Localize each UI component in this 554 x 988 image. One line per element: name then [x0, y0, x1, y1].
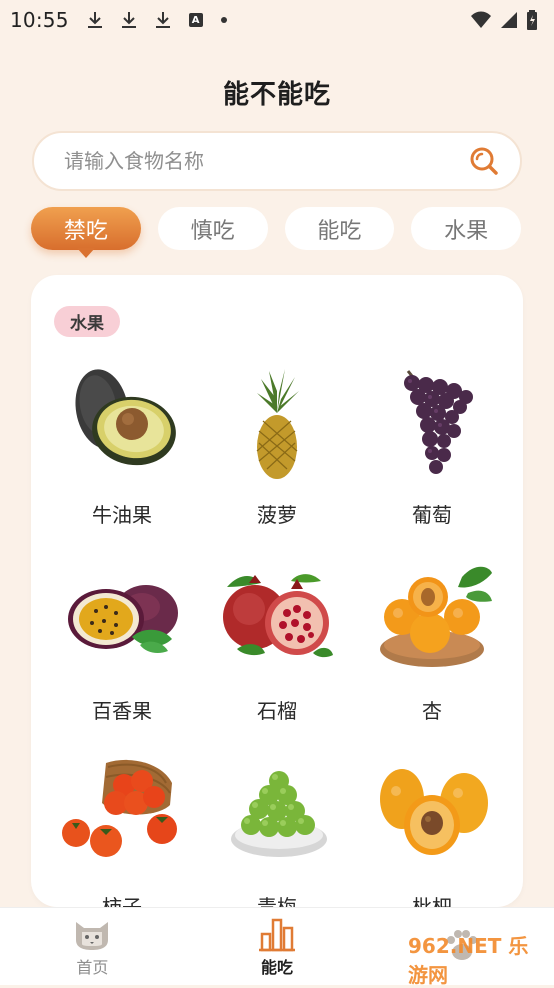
food-name: 葡萄 [412, 503, 452, 527]
food-grid: 牛油果 菠萝 葡萄 百香果 石榴 杏 柿子 青梅 枇杷 [47, 361, 507, 907]
food-name: 石榴 [257, 699, 297, 723]
battery-icon [527, 10, 537, 30]
notification-dot-icon [220, 17, 227, 23]
tab-label: 禁吃 [63, 218, 108, 244]
food-item[interactable]: 杏 [357, 557, 507, 723]
status-notifications: A [85, 10, 227, 30]
food-item[interactable]: 柿子 [47, 753, 197, 907]
tab-edible[interactable]: 能吃 [284, 207, 395, 250]
apricot-image [380, 566, 492, 667]
download-icon [121, 12, 136, 28]
pineapple-image [256, 369, 299, 479]
food-item[interactable]: 百香果 [47, 557, 197, 723]
search-bar[interactable] [32, 131, 522, 191]
tab-caution[interactable]: 慎吃 [157, 207, 268, 250]
food-card: 水果 牛油果 菠萝 葡萄 百香果 石榴 杏 柿子 青梅 枇杷 [31, 275, 523, 907]
status-bar: 10:55 A [0, 0, 554, 40]
search-input[interactable] [62, 148, 468, 174]
food-name: 青梅 [257, 895, 297, 907]
food-item[interactable]: 葡萄 [357, 361, 507, 527]
signal-icon [501, 12, 517, 28]
tab-label: 慎吃 [190, 218, 235, 244]
cat-home-icon [76, 921, 109, 950]
passionfruit-image [68, 585, 178, 653]
food-item[interactable]: 石榴 [202, 557, 352, 723]
tab-label: 水果 [444, 218, 489, 244]
download-icon [87, 12, 102, 28]
tab-label: 能吃 [317, 218, 362, 244]
search-icon[interactable] [468, 145, 500, 177]
greenplum-image [231, 771, 327, 857]
grape-image [404, 370, 473, 474]
status-time: 10:55 [10, 8, 69, 32]
avocado-image [75, 369, 176, 466]
status-system [470, 10, 538, 30]
tab-bar: 禁吃 慎吃 能吃 水果 [31, 207, 521, 250]
food-name: 柿子 [102, 895, 142, 907]
download-icon [155, 12, 170, 28]
page-title: 能不能吃 [222, 80, 331, 110]
food-item[interactable]: 菠萝 [202, 361, 352, 527]
food-item[interactable]: 青梅 [202, 753, 352, 907]
wifi-icon [471, 11, 491, 28]
tab-forbidden[interactable]: 禁吃 [31, 207, 141, 250]
food-name: 杏 [422, 699, 442, 723]
nav-edible[interactable]: 能吃 [207, 916, 347, 978]
food-item[interactable]: 牛油果 [47, 361, 197, 527]
tab-fruit[interactable]: 水果 [411, 207, 521, 250]
food-item[interactable]: 枇杷 [357, 753, 507, 907]
accessibility-icon: A [188, 13, 203, 27]
food-name: 菠萝 [257, 503, 297, 527]
nav-label: 首页 [76, 957, 109, 977]
bars-icon [258, 918, 295, 951]
watermark-logo: 962.NET 乐游网 [408, 934, 529, 987]
nav-home[interactable]: 首页 [22, 916, 162, 978]
food-name: 百香果 [92, 699, 152, 723]
persimmon-image [62, 759, 177, 857]
loquat-image [380, 769, 488, 855]
pomegranate-image [223, 574, 333, 658]
food-name: 枇杷 [412, 895, 452, 907]
category-badge: 水果 [54, 306, 120, 337]
food-name: 牛油果 [92, 503, 152, 527]
nav-label: 能吃 [260, 957, 293, 977]
